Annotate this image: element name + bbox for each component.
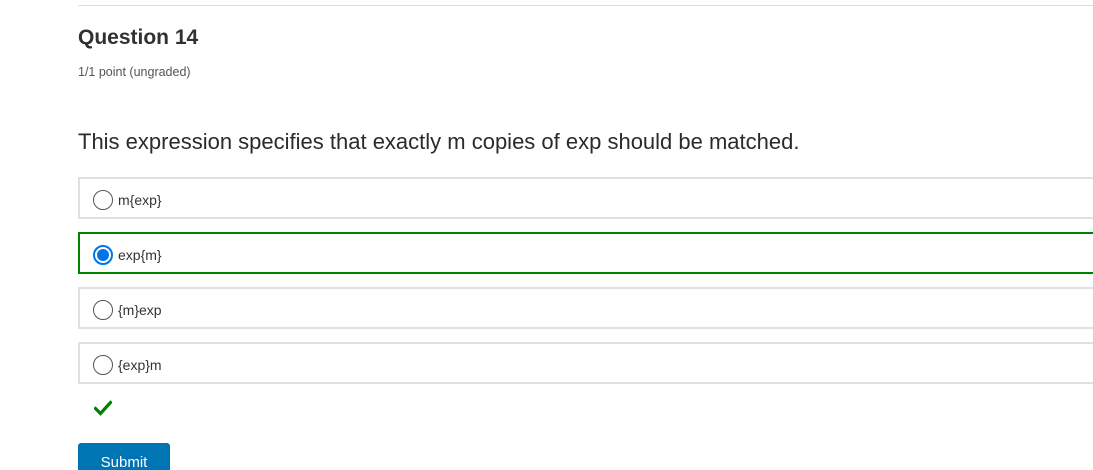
choice-label: {m}exp — [118, 302, 162, 318]
choice-option-3[interactable]: {m}exp — [78, 287, 1093, 329]
checkmark-icon — [94, 400, 112, 416]
question-points: 1/1 point (ungraded) — [78, 65, 191, 79]
submit-button[interactable]: Submit — [78, 443, 170, 470]
question-title: Question 14 — [78, 26, 199, 49]
question-prompt: This expression specifies that exactly m… — [78, 129, 800, 154]
choice-option-4[interactable]: {exp}m — [78, 342, 1093, 384]
radio-button[interactable] — [93, 190, 113, 210]
choice-label: {exp}m — [118, 357, 162, 373]
choice-option-2[interactable]: exp{m} — [78, 232, 1093, 274]
divider — [78, 5, 1093, 6]
radio-button[interactable] — [93, 300, 113, 320]
radio-button[interactable] — [93, 245, 113, 265]
radio-button[interactable] — [93, 355, 113, 375]
choice-label: exp{m} — [118, 247, 162, 263]
choice-label: m{exp} — [118, 192, 162, 208]
choice-option-1[interactable]: m{exp} — [78, 177, 1093, 219]
problem-page: Question 14 1/1 point (ungraded) This ex… — [0, 0, 1093, 470]
